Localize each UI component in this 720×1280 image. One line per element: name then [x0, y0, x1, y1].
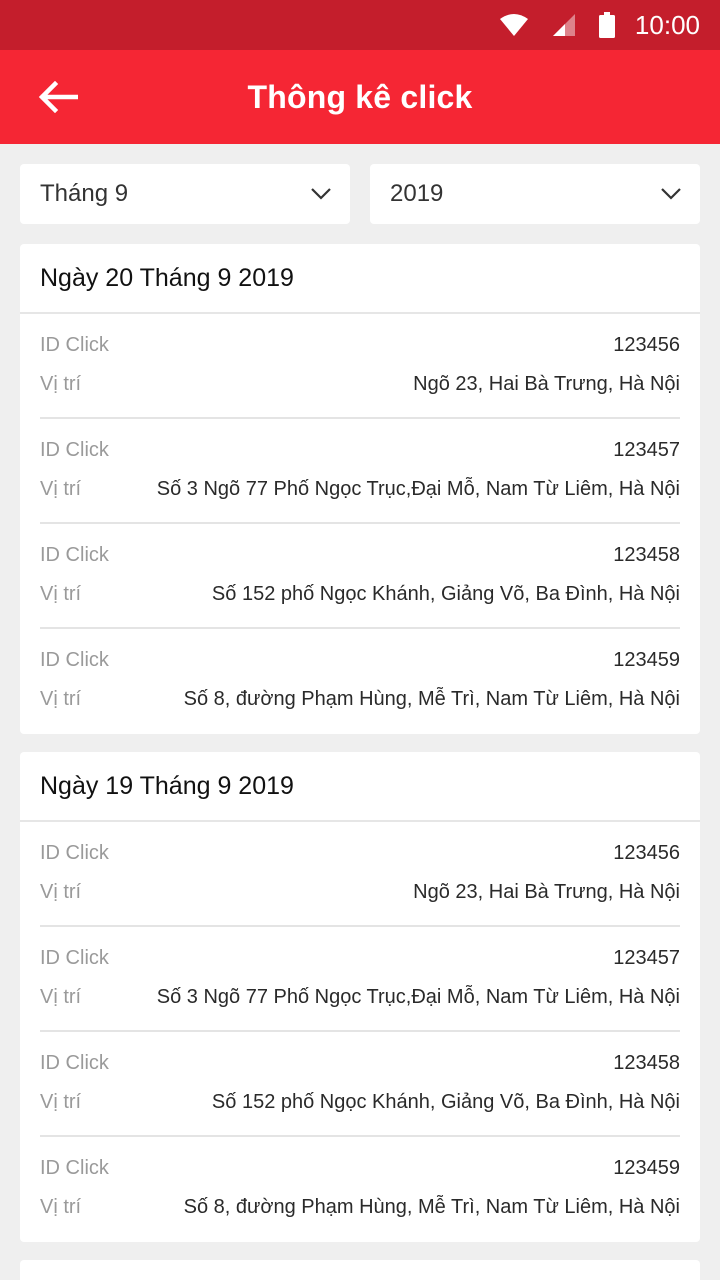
back-button[interactable] [34, 77, 82, 117]
location-label: Vị trí [40, 1091, 82, 1113]
click-entry[interactable]: ID Click 123457 Vị trí Số 3 Ngõ 77 Phố Ngọ… [40, 419, 680, 524]
location-label: Vị trí [40, 1196, 82, 1218]
id-click-label: ID Click [40, 439, 109, 461]
location-label: Vị trí [40, 881, 82, 903]
click-entry[interactable]: ID Click 123458 Vị trí Số 152 phố Ngọc Khá… [40, 1032, 680, 1137]
location-value: Số 152 phố Ngọc Khánh, Giảng Võ, Ba Đình… [211, 583, 680, 605]
filters: Tháng 9 2019 [20, 164, 700, 224]
date-group-card-partial [20, 1260, 700, 1280]
id-click-label: ID Click [40, 649, 109, 671]
location-value: Ngõ 23, Hai Bà Trưng, Hà Nội [413, 373, 680, 395]
id-click-label: ID Click [40, 544, 109, 566]
click-entry[interactable]: ID Click 123456 Vị trí Ngõ 23, Hai Bà Trưn… [40, 822, 680, 927]
date-group-card: Ngày 20 Tháng 9 2019 ID Click 123456 Vị t… [20, 244, 700, 734]
location-value: Số 152 phố Ngọc Khánh, Giảng Võ, Ba Đình… [211, 1091, 680, 1113]
date-group-card: Ngày 19 Tháng 9 2019 ID Click 123456 Vị t… [20, 752, 700, 1242]
id-click-value: 123456 [613, 334, 680, 356]
location-value: Số 8, đường Phạm Hùng, Mễ Trì, Nam Từ Li… [183, 1196, 680, 1218]
location-value: Số 3 Ngõ 77 Phố Ngọc Trục,Đại Mỗ, Nam Từ… [156, 478, 680, 500]
id-click-value: 123456 [613, 842, 680, 864]
id-click-label: ID Click [40, 1157, 109, 1179]
id-click-label: ID Click [40, 947, 109, 969]
battery-icon [598, 12, 615, 38]
location-value: Ngõ 23, Hai Bà Trưng, Hà Nội [413, 881, 680, 903]
id-click-label: ID Click [40, 842, 109, 864]
month-select[interactable]: Tháng 9 [20, 164, 350, 224]
month-select-value: Tháng 9 [40, 180, 129, 207]
location-value: Số 8, đường Phạm Hùng, Mễ Trì, Nam Từ Li… [183, 688, 680, 710]
click-entry[interactable]: ID Click 123457 Vị trí Số 3 Ngõ 77 Phố Ngọ… [40, 927, 680, 1032]
id-click-value: 123459 [613, 1157, 680, 1179]
id-click-value: 123458 [613, 544, 680, 566]
status-time: 10:00 [634, 9, 700, 40]
id-click-value: 123459 [613, 649, 680, 671]
year-select-value: 2019 [390, 180, 444, 207]
chevron-down-icon [311, 188, 331, 200]
status-bar: 10:00 [0, 0, 720, 50]
click-entry[interactable]: ID Click 123459 Vị trí Số 8, đường Phạm Hù… [40, 1137, 680, 1242]
click-entry[interactable]: ID Click 123456 Vị trí Ngõ 23, Hai Bà Trưn… [40, 314, 680, 419]
app-bar: Thông kê click [0, 50, 720, 144]
location-label: Vị trí [40, 373, 82, 395]
page-title: Thông kê click [247, 78, 473, 115]
chevron-down-icon [661, 188, 681, 200]
location-label: Vị trí [40, 688, 82, 710]
wifi-icon [499, 13, 529, 37]
id-click-label: ID Click [40, 334, 109, 356]
signal-icon [551, 12, 577, 38]
click-entry[interactable]: ID Click 123458 Vị trí Số 152 phố Ngọc Khá… [40, 524, 680, 629]
location-value: Số 3 Ngõ 77 Phố Ngọc Trục,Đại Mỗ, Nam Từ… [156, 986, 680, 1008]
id-click-value: 123458 [613, 1052, 680, 1074]
id-click-value: 123457 [613, 439, 680, 461]
date-group-header: Ngày 19 Tháng 9 2019 [20, 752, 700, 822]
click-entry[interactable]: ID Click 123459 Vị trí Số 8, đường Phạm Hù… [40, 629, 680, 734]
arrow-left-icon [38, 81, 78, 113]
location-label: Vị trí [40, 583, 82, 605]
id-click-label: ID Click [40, 1052, 109, 1074]
id-click-value: 123457 [613, 947, 680, 969]
location-label: Vị trí [40, 478, 82, 500]
year-select[interactable]: 2019 [370, 164, 700, 224]
location-label: Vị trí [40, 986, 82, 1008]
date-group-header: Ngày 20 Tháng 9 2019 [20, 244, 700, 314]
